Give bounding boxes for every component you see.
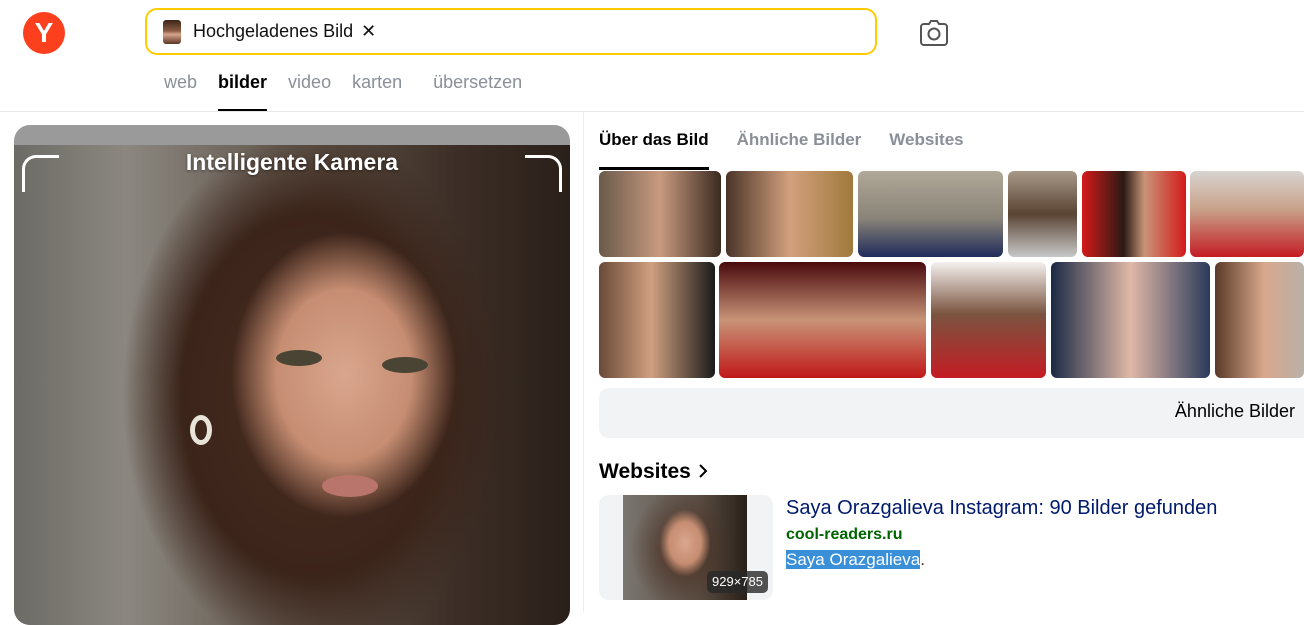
website-result-title[interactable]: Saya Orazgalieva Instagram: 90 Bilder ge… bbox=[786, 497, 1217, 520]
subtab-about-image[interactable]: Über das Bild bbox=[599, 130, 709, 171]
similar-image-thumbnail[interactable] bbox=[1008, 171, 1077, 257]
similar-image-thumbnail[interactable] bbox=[1051, 262, 1210, 378]
image-dimensions-badge: 929×785 bbox=[707, 571, 768, 593]
smart-camera-title: Intelligente Kamera bbox=[185, 149, 399, 175]
header-divider bbox=[0, 111, 1304, 112]
websites-heading-link[interactable]: Websites bbox=[599, 460, 709, 484]
tab-video[interactable]: video bbox=[288, 72, 331, 111]
chevron-right-icon bbox=[698, 464, 708, 478]
remove-image-icon[interactable]: ✕ bbox=[361, 21, 376, 42]
camera-lens-icon bbox=[920, 20, 948, 46]
snippet-highlight: Saya Orazgalieva bbox=[786, 550, 921, 569]
uploaded-image-chip-label: Hochgeladenes Bild bbox=[193, 21, 354, 41]
uploaded-image-panel[interactable]: Intelligente Kamera bbox=[14, 125, 570, 625]
photo-detail bbox=[276, 350, 322, 366]
photo-detail bbox=[190, 415, 212, 445]
websites-heading-label: Websites bbox=[599, 460, 691, 483]
camera-search-button[interactable] bbox=[919, 18, 949, 48]
photo-detail bbox=[322, 475, 378, 497]
uploaded-photo bbox=[14, 145, 570, 625]
website-result-domain[interactable]: cool-readers.ru bbox=[786, 526, 902, 544]
search-box[interactable]: Hochgeladenes Bild ✕ bbox=[145, 8, 877, 55]
uploaded-image-thumbnail bbox=[163, 19, 181, 44]
similar-image-thumbnail[interactable] bbox=[1190, 171, 1304, 257]
similar-image-thumbnail[interactable] bbox=[1082, 171, 1186, 257]
similar-image-thumbnail[interactable] bbox=[858, 171, 1003, 257]
similar-image-thumbnail[interactable] bbox=[719, 262, 926, 378]
subtab-websites[interactable]: Websites bbox=[889, 130, 963, 171]
result-subtabs: Über das Bild Ähnliche Bilder Websites bbox=[599, 130, 992, 171]
tab-bilder[interactable]: bilder bbox=[218, 72, 268, 111]
tab-uebersetzen[interactable]: übersetzen bbox=[433, 72, 522, 111]
similar-image-thumbnail[interactable] bbox=[931, 262, 1046, 378]
tab-karten[interactable]: karten bbox=[352, 72, 402, 111]
search-tabs: web bilder video karten übersetzen bbox=[164, 72, 543, 111]
photo-detail bbox=[382, 357, 428, 373]
similar-image-thumbnail[interactable] bbox=[599, 262, 715, 378]
similar-images-button[interactable]: Ähnliche Bilder bbox=[599, 388, 1304, 438]
panel-divider bbox=[583, 112, 584, 612]
similar-image-thumbnail[interactable] bbox=[599, 171, 721, 257]
yandex-logo[interactable]: Y bbox=[23, 12, 65, 54]
similar-image-thumbnail[interactable] bbox=[1215, 262, 1304, 378]
tab-web[interactable]: web bbox=[164, 72, 197, 111]
website-result-snippet: Saya Orazgalieva. bbox=[786, 550, 925, 570]
similar-images-button-label: Ähnliche Bilder bbox=[1174, 401, 1295, 421]
subtab-similar-images[interactable]: Ähnliche Bilder bbox=[737, 130, 862, 171]
similar-image-thumbnail[interactable] bbox=[726, 171, 853, 257]
snippet-rest: . bbox=[920, 550, 925, 569]
